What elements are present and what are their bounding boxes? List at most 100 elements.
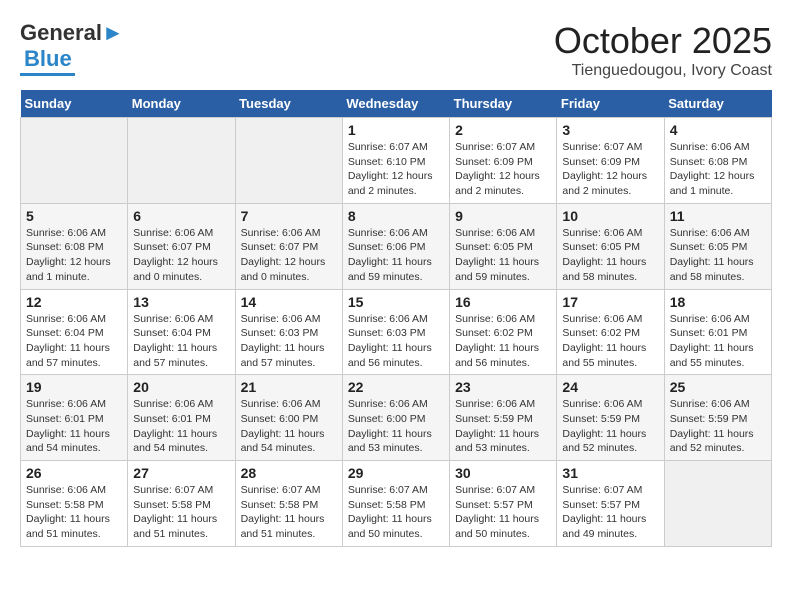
- day-cell: [664, 461, 771, 547]
- day-number: 28: [241, 465, 337, 481]
- day-cell: 5 Sunrise: 6:06 AM Sunset: 6:08 PM Daylig…: [21, 203, 128, 289]
- day-info: Sunrise: 6:06 AM Sunset: 6:03 PM Dayligh…: [241, 312, 337, 371]
- day-cell: 3 Sunrise: 6:07 AM Sunset: 6:09 PM Daylig…: [557, 118, 664, 204]
- calendar-header-row: SundayMondayTuesdayWednesdayThursdayFrid…: [21, 90, 772, 118]
- day-cell: 15Sunrise: 6:06 AM Sunset: 6:03 PM Dayli…: [342, 289, 449, 375]
- day-number: 7: [241, 208, 337, 224]
- day-number: 5: [26, 208, 122, 224]
- day-cell: 19 Sunrise: 6:06 AM Sunset: 6:01 PM Dayli…: [21, 375, 128, 461]
- day-number: 31: [562, 465, 658, 481]
- day-cell: 17 Sunrise: 6:06 AM Sunset: 6:02 PM Dayli…: [557, 289, 664, 375]
- day-number: 18: [670, 294, 766, 310]
- day-info: Sunrise: 6:07 AM Sunset: 5:57 PM Dayligh…: [562, 483, 658, 542]
- day-info: Sunrise: 6:06 AM Sunset: 5:59 PM Dayligh…: [562, 397, 658, 456]
- day-cell: 29Sunrise: 6:07 AM Sunset: 5:58 PM Dayli…: [342, 461, 449, 547]
- day-info: Sunrise: 6:06 AM Sunset: 6:04 PM Dayligh…: [26, 312, 122, 371]
- day-cell: 21 Sunrise: 6:06 AM Sunset: 6:00 PM Dayli…: [235, 375, 342, 461]
- day-number: 14: [241, 294, 337, 310]
- day-info: Sunrise: 6:07 AM Sunset: 6:09 PM Dayligh…: [562, 140, 658, 199]
- header-friday: Friday: [557, 90, 664, 118]
- week-row-2: 5 Sunrise: 6:06 AM Sunset: 6:08 PM Daylig…: [21, 203, 772, 289]
- day-info: Sunrise: 6:06 AM Sunset: 6:02 PM Dayligh…: [562, 312, 658, 371]
- day-info: Sunrise: 6:06 AM Sunset: 6:00 PM Dayligh…: [241, 397, 337, 456]
- day-info: Sunrise: 6:07 AM Sunset: 5:58 PM Dayligh…: [348, 483, 444, 542]
- day-info: Sunrise: 6:06 AM Sunset: 6:05 PM Dayligh…: [455, 226, 551, 285]
- location: Tienguedougou, Ivory Coast: [554, 62, 772, 80]
- header-monday: Monday: [128, 90, 235, 118]
- day-number: 16: [455, 294, 551, 310]
- day-number: 13: [133, 294, 229, 310]
- day-number: 11: [670, 208, 766, 224]
- day-cell: 13Sunrise: 6:06 AM Sunset: 6:04 PM Dayli…: [128, 289, 235, 375]
- day-info: Sunrise: 6:06 AM Sunset: 6:01 PM Dayligh…: [670, 312, 766, 371]
- day-number: 23: [455, 379, 551, 395]
- day-cell: 6 Sunrise: 6:06 AM Sunset: 6:07 PM Daylig…: [128, 203, 235, 289]
- day-info: Sunrise: 6:06 AM Sunset: 6:05 PM Dayligh…: [670, 226, 766, 285]
- day-number: 6: [133, 208, 229, 224]
- day-cell: 30 Sunrise: 6:07 AM Sunset: 5:57 PM Dayli…: [450, 461, 557, 547]
- day-cell: [21, 118, 128, 204]
- day-cell: 7Sunrise: 6:06 AM Sunset: 6:07 PM Daylig…: [235, 203, 342, 289]
- day-number: 24: [562, 379, 658, 395]
- day-cell: 9 Sunrise: 6:06 AM Sunset: 6:05 PM Daylig…: [450, 203, 557, 289]
- day-cell: [235, 118, 342, 204]
- month-title: October 2025: [554, 20, 772, 62]
- header-wednesday: Wednesday: [342, 90, 449, 118]
- day-info: Sunrise: 6:06 AM Sunset: 6:06 PM Dayligh…: [348, 226, 444, 285]
- day-cell: 1 Sunrise: 6:07 AM Sunset: 6:10 PM Daylig…: [342, 118, 449, 204]
- day-number: 2: [455, 122, 551, 138]
- day-cell: [128, 118, 235, 204]
- day-info: Sunrise: 6:06 AM Sunset: 5:59 PM Dayligh…: [455, 397, 551, 456]
- title-block: October 2025 Tienguedougou, Ivory Coast: [554, 20, 772, 80]
- day-cell: 22Sunrise: 6:06 AM Sunset: 6:00 PM Dayli…: [342, 375, 449, 461]
- day-info: Sunrise: 6:06 AM Sunset: 5:59 PM Dayligh…: [670, 397, 766, 456]
- day-info: Sunrise: 6:07 AM Sunset: 6:10 PM Dayligh…: [348, 140, 444, 199]
- day-info: Sunrise: 6:06 AM Sunset: 6:08 PM Dayligh…: [26, 226, 122, 285]
- day-cell: 12 Sunrise: 6:06 AM Sunset: 6:04 PM Dayli…: [21, 289, 128, 375]
- logo: General► Blue: [20, 20, 124, 76]
- day-number: 10: [562, 208, 658, 224]
- day-info: Sunrise: 6:07 AM Sunset: 5:58 PM Dayligh…: [241, 483, 337, 542]
- day-info: Sunrise: 6:06 AM Sunset: 6:08 PM Dayligh…: [670, 140, 766, 199]
- day-number: 15: [348, 294, 444, 310]
- day-number: 20: [133, 379, 229, 395]
- logo-blue-text: Blue: [24, 46, 72, 72]
- header-tuesday: Tuesday: [235, 90, 342, 118]
- day-number: 8: [348, 208, 444, 224]
- day-cell: 11 Sunrise: 6:06 AM Sunset: 6:05 PM Dayli…: [664, 203, 771, 289]
- day-number: 22: [348, 379, 444, 395]
- day-cell: 23 Sunrise: 6:06 AM Sunset: 5:59 PM Dayli…: [450, 375, 557, 461]
- day-number: 21: [241, 379, 337, 395]
- day-number: 30: [455, 465, 551, 481]
- day-number: 9: [455, 208, 551, 224]
- day-info: Sunrise: 6:07 AM Sunset: 6:09 PM Dayligh…: [455, 140, 551, 199]
- day-cell: 18 Sunrise: 6:06 AM Sunset: 6:01 PM Dayli…: [664, 289, 771, 375]
- day-cell: 26Sunrise: 6:06 AM Sunset: 5:58 PM Dayli…: [21, 461, 128, 547]
- day-cell: 8 Sunrise: 6:06 AM Sunset: 6:06 PM Daylig…: [342, 203, 449, 289]
- day-info: Sunrise: 6:07 AM Sunset: 5:58 PM Dayligh…: [133, 483, 229, 542]
- day-number: 19: [26, 379, 122, 395]
- day-number: 17: [562, 294, 658, 310]
- day-cell: 16 Sunrise: 6:06 AM Sunset: 6:02 PM Dayli…: [450, 289, 557, 375]
- week-row-3: 12 Sunrise: 6:06 AM Sunset: 6:04 PM Dayli…: [21, 289, 772, 375]
- calendar-table: SundayMondayTuesdayWednesdayThursdayFrid…: [20, 90, 772, 547]
- day-cell: 28 Sunrise: 6:07 AM Sunset: 5:58 PM Dayli…: [235, 461, 342, 547]
- header-sunday: Sunday: [21, 90, 128, 118]
- page-header: General► Blue October 2025 Tienguedougou…: [20, 20, 772, 80]
- day-number: 3: [562, 122, 658, 138]
- day-number: 1: [348, 122, 444, 138]
- day-info: Sunrise: 6:06 AM Sunset: 6:01 PM Dayligh…: [26, 397, 122, 456]
- day-number: 27: [133, 465, 229, 481]
- day-cell: 2 Sunrise: 6:07 AM Sunset: 6:09 PM Daylig…: [450, 118, 557, 204]
- header-saturday: Saturday: [664, 90, 771, 118]
- day-number: 4: [670, 122, 766, 138]
- day-cell: 31 Sunrise: 6:07 AM Sunset: 5:57 PM Dayli…: [557, 461, 664, 547]
- day-number: 25: [670, 379, 766, 395]
- day-cell: 4 Sunrise: 6:06 AM Sunset: 6:08 PM Daylig…: [664, 118, 771, 204]
- day-info: Sunrise: 6:06 AM Sunset: 6:02 PM Dayligh…: [455, 312, 551, 371]
- week-row-5: 26Sunrise: 6:06 AM Sunset: 5:58 PM Dayli…: [21, 461, 772, 547]
- day-info: Sunrise: 6:06 AM Sunset: 6:07 PM Dayligh…: [133, 226, 229, 285]
- header-thursday: Thursday: [450, 90, 557, 118]
- day-info: Sunrise: 6:07 AM Sunset: 5:57 PM Dayligh…: [455, 483, 551, 542]
- day-number: 12: [26, 294, 122, 310]
